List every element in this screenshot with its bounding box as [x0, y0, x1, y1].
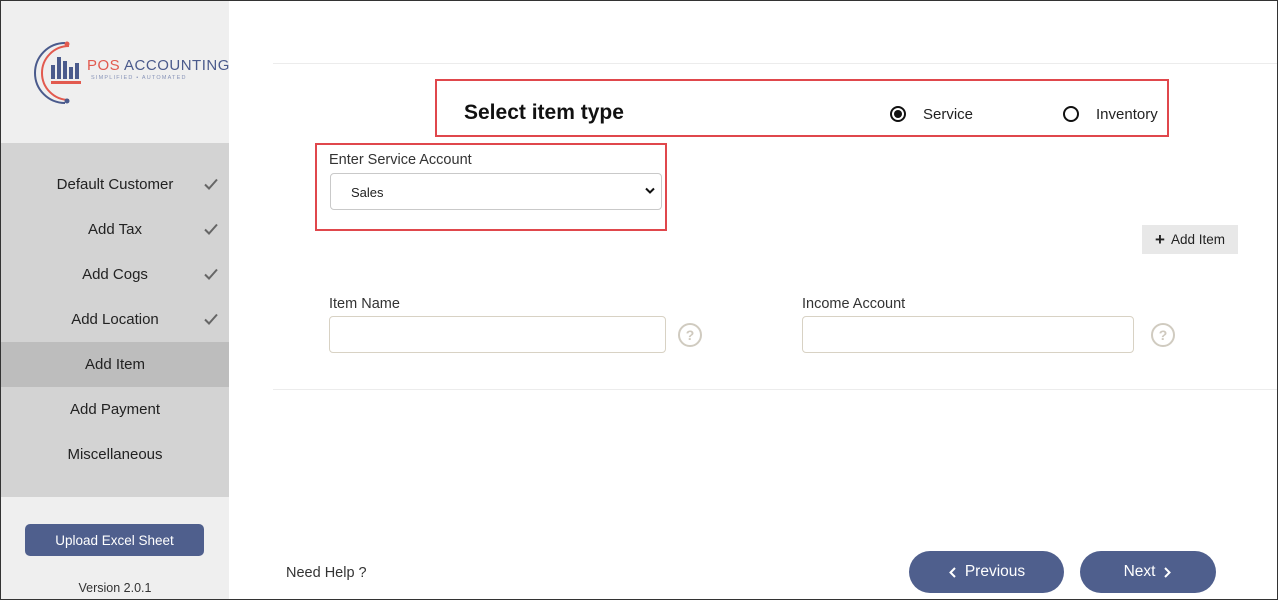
item-type-title: Select item type	[464, 101, 624, 124]
previous-button[interactable]: Previous	[909, 551, 1064, 593]
nav-item-add-payment[interactable]: Add Payment	[1, 387, 229, 432]
nav-item-label: Add Tax	[88, 221, 142, 238]
sidebar: POS ACCOUNTING SIMPLIFIED • AUTOMATED De…	[1, 1, 229, 599]
nav-item-label: Miscellaneous	[67, 446, 163, 463]
inventory-radio-label[interactable]: Inventory	[1096, 106, 1158, 123]
checkmark-icon	[204, 268, 218, 280]
service-radio[interactable]	[890, 106, 906, 122]
help-icon[interactable]: ?	[1151, 323, 1175, 347]
previous-button-label: Previous	[964, 563, 1026, 580]
nav-item-default-customer[interactable]: Default Customer	[1, 162, 229, 207]
service-radio-label[interactable]: Service	[923, 106, 973, 123]
logo-brand: POS ACCOUNTING	[87, 57, 230, 74]
chevron-right-icon	[1164, 566, 1172, 578]
checkmark-icon	[204, 178, 218, 190]
service-account-label: Enter Service Account	[329, 152, 472, 168]
version-label: Version 2.0.1	[78, 581, 152, 595]
add-item-button-label: Add Item	[1170, 232, 1225, 247]
item-type-selector: Select item type Service Inventory	[435, 79, 1169, 137]
item-name-label: Item Name	[329, 296, 400, 312]
nav-item-add-location[interactable]: Add Location	[1, 297, 229, 342]
checkmark-icon	[204, 223, 218, 235]
nav-item-add-cogs[interactable]: Add Cogs	[1, 252, 229, 297]
item-name-input[interactable]	[329, 316, 666, 353]
help-icon[interactable]: ?	[678, 323, 702, 347]
add-item-button[interactable]: + Add Item	[1142, 225, 1238, 254]
chevron-down-icon	[645, 187, 655, 194]
nav-item-add-item[interactable]: Add Item	[1, 342, 229, 387]
nav-item-label: Add Cogs	[82, 266, 148, 283]
nav-item-label: Default Customer	[56, 176, 174, 193]
logo-tagline: SIMPLIFIED • AUTOMATED	[91, 75, 187, 81]
nav-item-add-tax[interactable]: Add Tax	[1, 207, 229, 252]
next-button-label: Next	[1123, 563, 1156, 580]
plus-icon: +	[1155, 230, 1165, 249]
nav-item-label: Add Payment	[69, 401, 161, 418]
divider	[273, 63, 1277, 64]
pos-accounting-logo: POS ACCOUNTING SIMPLIFIED • AUTOMATED	[29, 37, 229, 107]
nav-item-label: Add Location	[71, 311, 159, 328]
chevron-left-icon	[948, 566, 956, 578]
need-help-link[interactable]: Need Help ?	[286, 565, 367, 581]
nav-item-label: Add Item	[84, 356, 146, 373]
logo-mark-icon	[34, 41, 81, 104]
next-button[interactable]: Next	[1080, 551, 1216, 593]
income-account-label: Income Account	[802, 296, 906, 312]
nav-item-miscellaneous[interactable]: Miscellaneous	[1, 432, 229, 477]
upload-excel-sheet-button[interactable]: Upload Excel Sheet	[25, 524, 204, 556]
service-account-value: Sales	[351, 185, 384, 200]
setup-steps-nav: Default Customer Add Tax Add Cogs Add Lo…	[1, 143, 229, 497]
inventory-radio[interactable]	[1063, 106, 1079, 122]
checkmark-icon	[204, 313, 218, 325]
service-account-section: Enter Service Account Sales	[315, 143, 667, 231]
divider	[273, 389, 1277, 390]
income-account-input[interactable]	[802, 316, 1134, 353]
app-window: POS ACCOUNTING SIMPLIFIED • AUTOMATED De…	[0, 0, 1278, 600]
service-account-select[interactable]: Sales	[330, 173, 662, 210]
